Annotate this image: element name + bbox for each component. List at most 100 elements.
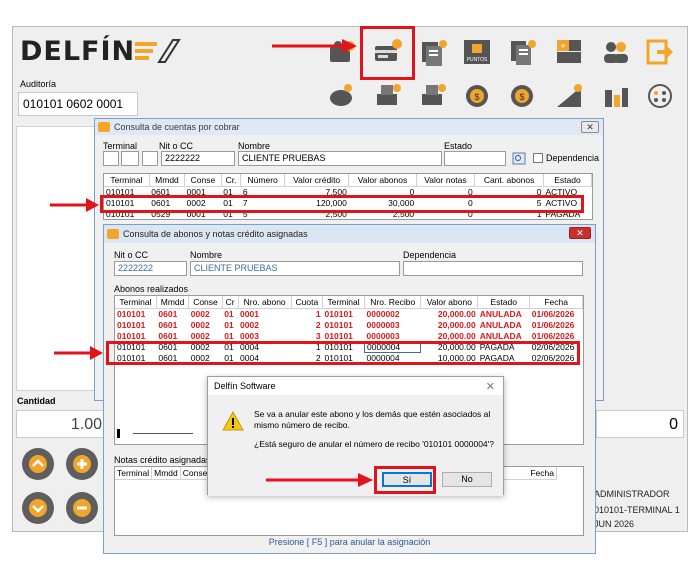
sales-chart-icon[interactable] (550, 78, 588, 114)
cell: 3 (315, 331, 321, 341)
money-exchange-icon[interactable]: $ (458, 78, 496, 114)
puntos-icon[interactable]: PUNTOS (458, 34, 496, 70)
total-field[interactable]: 0 (596, 410, 684, 438)
money-settings-icon[interactable]: $ (503, 78, 541, 114)
cell: 0000003 (366, 320, 400, 330)
cantidad-field[interactable]: 1.00 (16, 410, 106, 438)
close-button[interactable]: ✕ (581, 121, 599, 133)
users-icon[interactable] (597, 34, 635, 70)
table-row[interactable]: 010101 0601 0002 01 0003 3 010101 0000003 20,000… (115, 331, 583, 342)
selected-row-highlight (100, 195, 584, 213)
calculator-icon[interactable]: + (550, 34, 588, 70)
terminal-label: Terminal (103, 141, 138, 151)
col-estado[interactable]: Estado (477, 296, 531, 309)
col-conse[interactable]: Conse (188, 296, 223, 309)
nombre-label: Nombre (238, 141, 271, 151)
plus-icon (73, 455, 91, 473)
auditoria-label: Auditoría (20, 79, 57, 89)
window-titlebar: Consulta de cuentas por cobrar ✕ (95, 119, 603, 135)
printer-icon[interactable] (368, 78, 406, 114)
puntos-label: PUNTOS (467, 57, 488, 63)
col-valor-abonos[interactable]: Valor abonos (348, 174, 417, 187)
subtract-button[interactable] (66, 492, 98, 524)
options-icon[interactable] (641, 78, 679, 114)
col-mmdd[interactable]: Mmdd (151, 467, 181, 480)
add-button[interactable] (66, 448, 98, 480)
col-terminal[interactable]: Terminal (104, 174, 150, 187)
close-button[interactable]: ✕ (569, 227, 591, 239)
cell: 0003 (240, 331, 259, 341)
exit-icon[interactable] (641, 34, 679, 70)
search-icon[interactable] (512, 152, 526, 165)
col-terminal[interactable]: Terminal (115, 467, 153, 480)
receipts-icon[interactable] (413, 34, 451, 70)
cell: 20,000.00 (437, 309, 476, 320)
col-numero[interactable]: Número (240, 174, 285, 187)
scrollbar[interactable] (133, 433, 193, 434)
user-name: ADMINISTRADOR (594, 489, 670, 499)
cell: 010101 (117, 309, 146, 320)
col-nro-recibo[interactable]: Nro. Recibo (364, 296, 422, 309)
up-button[interactable] (22, 448, 54, 480)
terminal-field-1[interactable] (103, 151, 119, 166)
cell: 20,000.00 (437, 320, 476, 330)
notas-label: Notas crédito asignadas (114, 455, 211, 465)
table-row[interactable]: 010101 0601 0002 01 0001 1 010101 0000002 20,000… (115, 309, 583, 320)
col-terminal[interactable]: Terminal (115, 296, 157, 309)
nit-field[interactable]: 2222222 (161, 151, 235, 166)
svg-text:+: + (560, 41, 565, 51)
dependencia-field[interactable] (403, 261, 583, 276)
cell: 1 (315, 309, 321, 320)
cell: 010101 (324, 309, 353, 320)
chevron-down-icon (29, 499, 47, 517)
col-nro-abono[interactable]: Nro. abono (238, 296, 292, 309)
col-cr[interactable]: Cr. (221, 174, 242, 187)
col-cuota[interactable]: Cuota (291, 296, 324, 309)
window-title: Consulta de abonos y notas crédito asign… (123, 229, 308, 239)
cell: 010101 (324, 320, 353, 330)
estado-field[interactable] (444, 151, 506, 166)
cell: 20,000.00 (437, 331, 476, 341)
table-header: Terminal Mmdd Conse Cr Nro. abono Cuota … (115, 296, 583, 309)
col-cr[interactable]: Cr (222, 296, 239, 309)
auditoria-field[interactable]: 010101 0602 0001 (18, 92, 138, 116)
cell: 01 (224, 320, 234, 330)
dependencia-checkbox[interactable] (533, 153, 543, 163)
estado-label: Estado (444, 141, 473, 151)
cell: 0601 (158, 320, 178, 330)
print-receipt-icon[interactable] (413, 78, 451, 114)
col-conse[interactable]: Conse (184, 174, 222, 187)
cell: 01 (224, 309, 234, 320)
dependencia-label: Dependencia (546, 153, 600, 163)
col-terminal-2[interactable]: Terminal (322, 296, 366, 309)
app-icon (107, 229, 119, 239)
table-row[interactable]: 010101 0601 0002 01 0002 2 010101 0000003 20,000… (115, 320, 583, 331)
nombre-field[interactable]: CLIENTE PRUEBAS (238, 151, 442, 166)
documents-icon[interactable] (503, 34, 541, 70)
cell: ANULADA (479, 331, 522, 341)
col-mmdd[interactable]: Mmdd (156, 296, 190, 309)
terminal-field-3[interactable] (142, 151, 158, 166)
close-icon[interactable]: ✕ (486, 380, 495, 393)
col-conse[interactable]: Conse (180, 467, 211, 480)
nit-field[interactable]: 2222222 (114, 261, 187, 276)
terminal-field-2[interactable] (121, 151, 139, 166)
cell: 0001 (240, 309, 259, 320)
piggy-bank-icon[interactable] (322, 78, 360, 114)
col-valor-abono[interactable]: Valor abono (420, 296, 479, 309)
col-mmdd[interactable]: Mmdd (149, 174, 186, 187)
cell: 2 (315, 320, 321, 330)
dialog-message-line1: Se va a anular este abono y los demás qu… (254, 409, 491, 430)
card-button-highlight (360, 26, 415, 80)
col-cant-abonos[interactable]: Cant. abonos (474, 174, 544, 187)
col-valor-credito[interactable]: Valor crédito (284, 174, 350, 187)
down-button[interactable] (22, 492, 54, 524)
products-icon[interactable] (597, 78, 635, 114)
col-fecha[interactable]: Fecha (529, 296, 583, 309)
col-estado[interactable]: Estado (543, 174, 592, 187)
cell: 0000003 (366, 330, 400, 341)
col-valor-notas[interactable]: Valor notas (416, 174, 476, 187)
no-button[interactable]: No (442, 472, 492, 487)
pointer-arrow-icon (272, 39, 357, 53)
nombre-field[interactable]: CLIENTE PRUEBAS (190, 261, 400, 276)
